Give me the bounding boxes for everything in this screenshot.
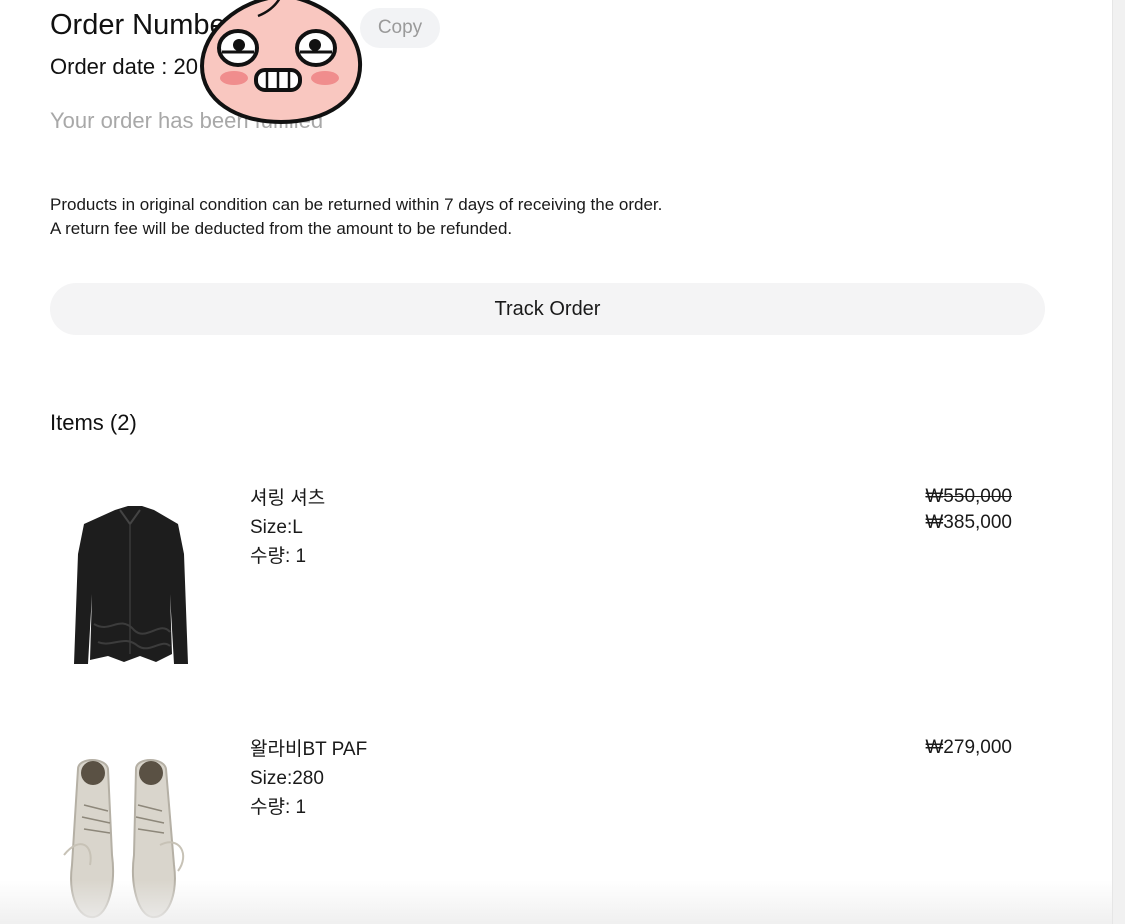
- item-quantity: 수량: 1: [250, 797, 307, 818]
- order-item[interactable]: 셔링 셔츠 Size:L 수량: 1 ₩550,000 ₩385,000: [50, 484, 1030, 684]
- item-name: 셔링 셔츠: [250, 488, 326, 509]
- track-order-button[interactable]: Track Order: [50, 283, 1045, 335]
- item-name: 왈라비BT PAF: [250, 739, 368, 760]
- order-date: Order date : 20: [50, 54, 198, 79]
- order-item[interactable]: 왈라비BT PAF Size:280 수량: 1 ₩279,000: [50, 735, 1030, 924]
- item-size: Size:280: [250, 768, 324, 789]
- return-policy-line-1: Products in original condition can be re…: [50, 195, 663, 214]
- item-sale-price: ₩279,000: [925, 737, 1012, 758]
- suede-boots-icon: [63, 759, 185, 919]
- copy-button[interactable]: Copy: [360, 8, 440, 48]
- order-detail-page: Order Number Copy Order date : 20 Your o…: [0, 0, 1125, 924]
- item-quantity: 수량: 1: [250, 546, 307, 567]
- item-original-price: ₩550,000: [925, 486, 1012, 507]
- items-heading: Items (2): [50, 410, 137, 435]
- return-policy: Products in original condition can be re…: [50, 193, 662, 241]
- item-price: ₩279,000: [925, 735, 1012, 761]
- item-size: Size:L: [250, 517, 303, 538]
- item-price: ₩550,000 ₩385,000: [925, 484, 1012, 536]
- item-details: 셔링 셔츠 Size:L 수량: 1: [250, 484, 325, 571]
- item-sale-price: ₩385,000: [925, 512, 1012, 533]
- peach-character-sticker-icon: [199, 0, 363, 125]
- black-shirt-icon: [74, 506, 188, 664]
- item-details: 왈라비BT PAF Size:280 수량: 1: [250, 735, 367, 822]
- scrollbar-track[interactable]: [1112, 0, 1125, 924]
- return-policy-line-2: A return fee will be deducted from the a…: [50, 219, 513, 238]
